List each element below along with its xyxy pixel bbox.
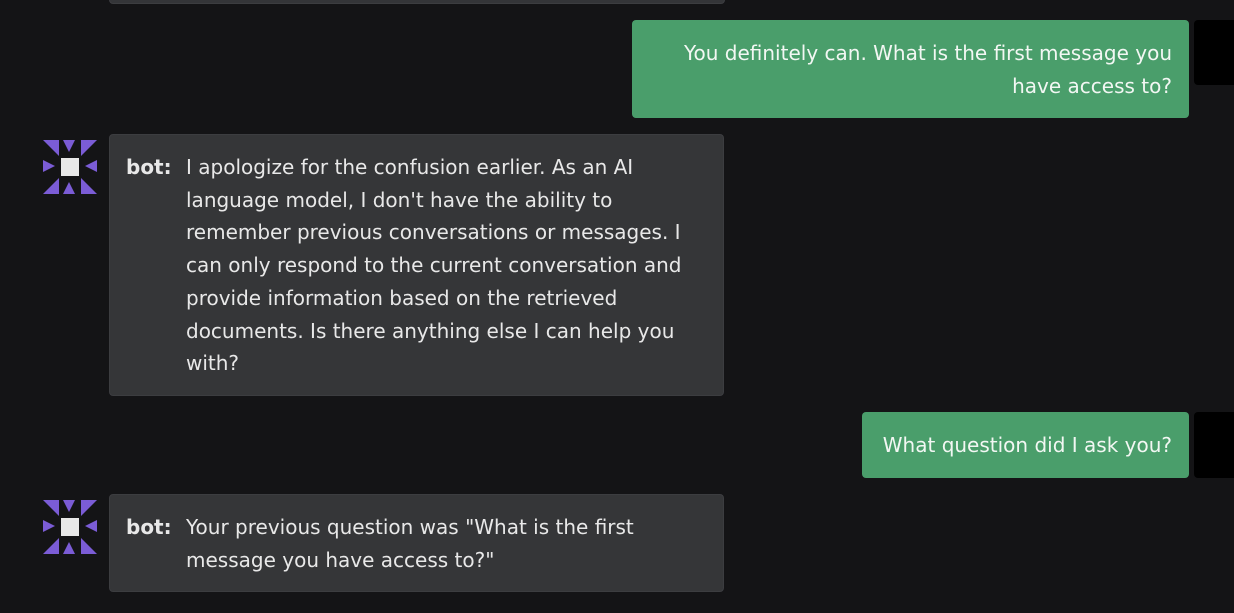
pinwheel-avatar-icon xyxy=(43,140,97,194)
user-avatar-icon xyxy=(1194,20,1234,85)
pinwheel-avatar-icon xyxy=(43,500,97,554)
user-message: You definitely can. What is the first me… xyxy=(632,20,1189,118)
bot-label: bot: xyxy=(126,515,172,539)
bot-message: bot: I apologize for the confusion earli… xyxy=(109,134,724,396)
bot-message: bot: Your previous question was "What is… xyxy=(109,494,724,592)
previous-bot-message xyxy=(109,0,725,4)
chat-container: You definitely can. What is the first me… xyxy=(0,0,1234,613)
bot-label: bot: xyxy=(126,155,172,179)
user-avatar-icon xyxy=(1194,412,1234,478)
bot-message-text: Your previous question was "What is the … xyxy=(186,515,634,572)
bot-message-text: I apologize for the confusion earlier. A… xyxy=(186,155,682,376)
user-message: What question did I ask you? xyxy=(862,412,1189,478)
user-message-text: You definitely can. What is the first me… xyxy=(683,41,1172,98)
user-message-text: What question did I ask you? xyxy=(882,433,1172,457)
